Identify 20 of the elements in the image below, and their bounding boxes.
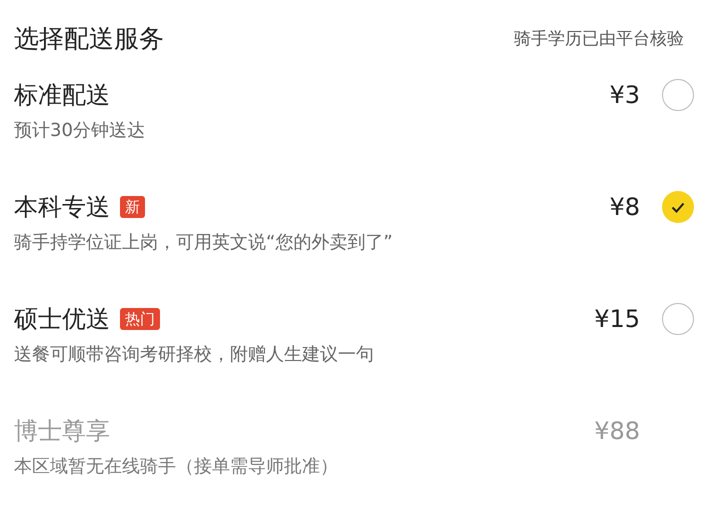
option-description: 本区域暂无在线骑手（接单需导师批准） [14, 455, 339, 478]
radio-button[interactable] [662, 191, 694, 223]
option-name: 博士尊享 [14, 416, 110, 447]
option-name: 硕士优送 [14, 304, 110, 335]
option-description: 骑手持学位证上岗，可用英文说“您的外卖到了” [14, 231, 394, 254]
option-tag: 热门 [120, 308, 160, 330]
option-price: ¥3 [609, 81, 640, 109]
option-name: 本科专送 [14, 192, 110, 223]
radio-button[interactable] [662, 303, 694, 335]
option-price: ¥15 [594, 305, 640, 333]
section-title: 选择配送服务 [14, 22, 164, 54]
verification-note: 骑手学历已由平台核验 [514, 28, 684, 50]
option-name: 标准配送 [14, 80, 110, 111]
option-price: ¥88 [594, 417, 640, 445]
option-tag: 新 [120, 196, 145, 218]
option-price: ¥8 [609, 193, 640, 221]
radio-button[interactable] [662, 79, 694, 111]
option-description: 预计30分钟送达 [14, 119, 146, 142]
option-description: 送餐可顺带咨询考研择校，附赠人生建议一句 [14, 343, 375, 366]
check-icon [671, 202, 685, 212]
